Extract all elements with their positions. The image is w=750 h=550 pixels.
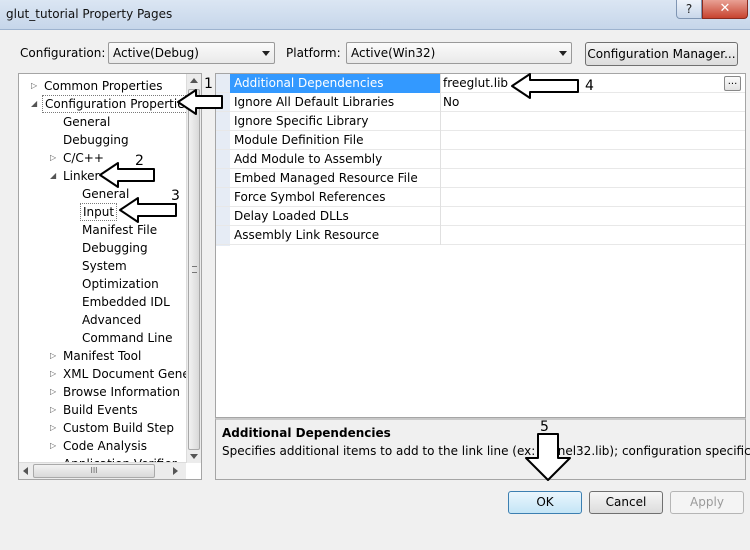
arrow-3-icon [119, 197, 177, 223]
annotation-5: 5 [540, 419, 549, 435]
annotation-overlay [99, 73, 579, 481]
arrow-2-icon [99, 162, 155, 188]
arrow-5-icon [525, 433, 571, 481]
annotation-3: 3 [171, 188, 180, 204]
annotation-4: 4 [585, 78, 594, 94]
arrow-1-icon [177, 89, 223, 115]
arrow-4-icon [511, 73, 579, 99]
annotation-2: 2 [135, 153, 144, 169]
annotation-1: 1 [204, 76, 213, 92]
